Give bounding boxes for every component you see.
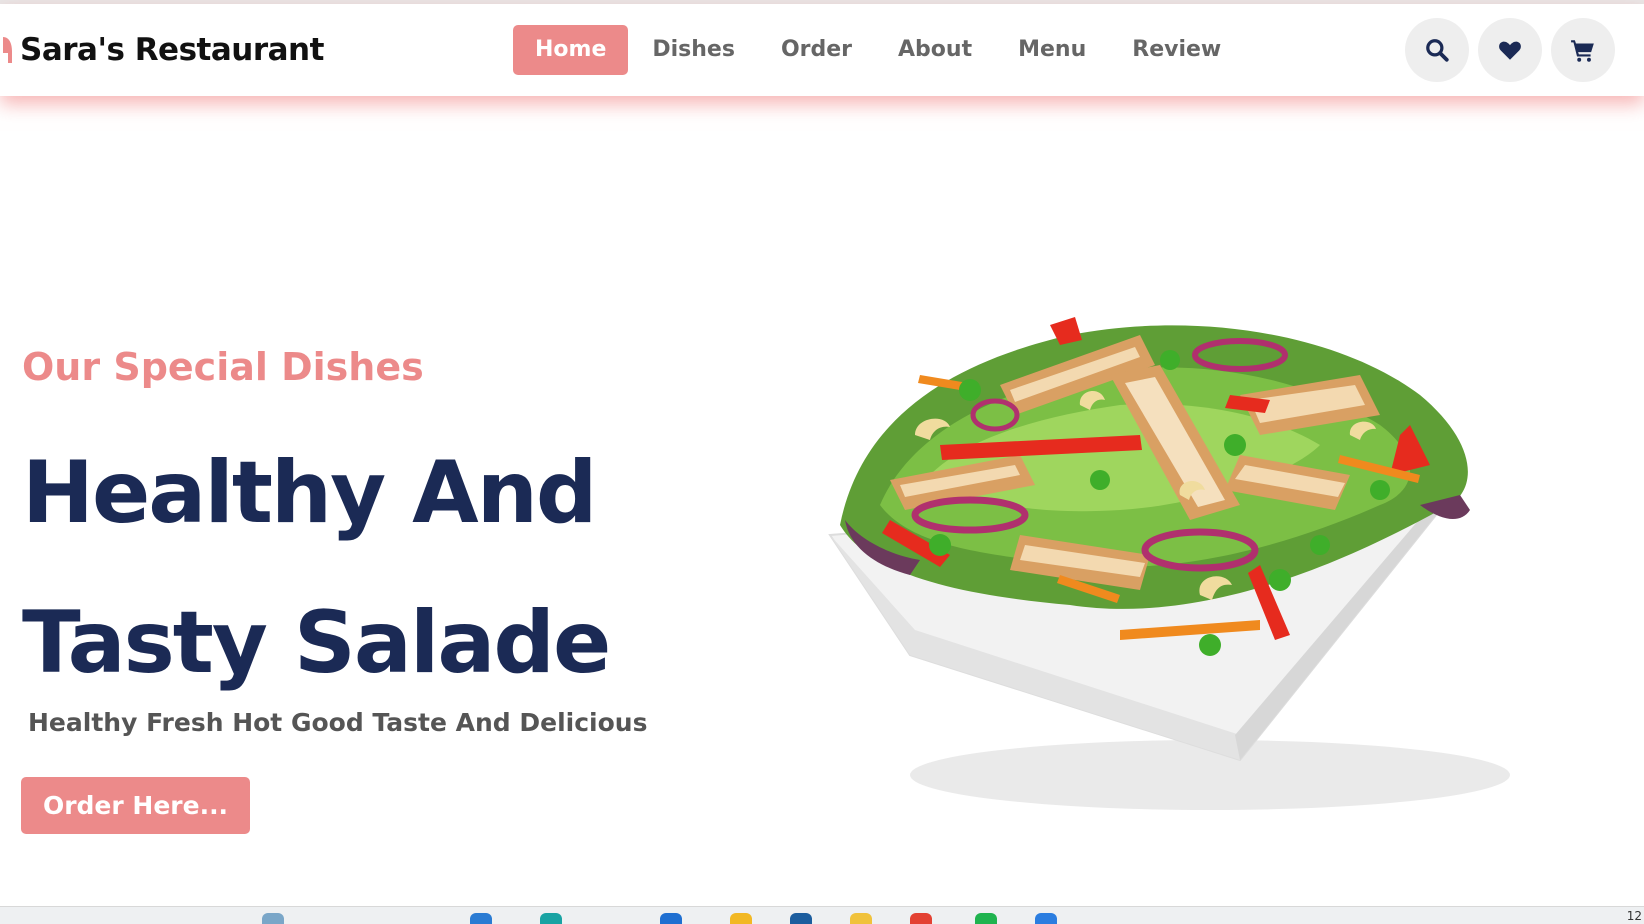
- logo[interactable]: Sara's Restaurant: [0, 30, 324, 70]
- order-here-button[interactable]: Order Here...: [21, 777, 250, 834]
- brand-name: Sara's Restaurant: [20, 32, 324, 68]
- salad-bowl-image: [828, 317, 1510, 810]
- nav-item-order[interactable]: Order: [759, 25, 874, 75]
- taskbar-app-10[interactable]: [1035, 913, 1057, 924]
- taskbar-app-1[interactable]: [262, 913, 284, 924]
- cart-button[interactable]: [1551, 18, 1615, 82]
- taskbar-app-9[interactable]: [975, 913, 997, 924]
- hero-description: Healthy Fresh Hot Good Taste And Delicio…: [28, 708, 648, 737]
- hero-subtitle: Our Special Dishes: [22, 345, 424, 389]
- header-actions: [1405, 18, 1615, 82]
- nav-item-dishes[interactable]: Dishes: [630, 25, 757, 75]
- search-button[interactable]: [1405, 18, 1469, 82]
- favorites-button[interactable]: [1478, 18, 1542, 82]
- nav-item-review[interactable]: Review: [1110, 25, 1243, 75]
- taskbar-app-4[interactable]: [660, 913, 682, 924]
- taskbar-app-7[interactable]: [850, 913, 872, 924]
- site-header: Sara's Restaurant Home Dishes Order Abou…: [0, 4, 1644, 96]
- search-icon: [1426, 39, 1449, 62]
- hero-title-line-2: Tasty Salade: [22, 593, 611, 693]
- nav-item-home[interactable]: Home: [513, 25, 629, 75]
- hero-title: Healthy And Tasty Salade: [22, 418, 722, 718]
- utensils-icon: [3, 37, 12, 63]
- hero-title-line-1: Healthy And: [22, 443, 597, 543]
- cart-icon: [1571, 40, 1594, 62]
- taskbar-app-5[interactable]: [730, 913, 752, 924]
- taskbar-clock[interactable]: 12: [1627, 909, 1642, 923]
- taskbar-app-8[interactable]: [910, 913, 932, 924]
- taskbar-app-2[interactable]: [470, 913, 492, 924]
- nav-item-about[interactable]: About: [876, 25, 994, 75]
- nav-item-menu[interactable]: Menu: [996, 25, 1108, 75]
- os-taskbar: 12: [0, 906, 1644, 924]
- taskbar-app-6[interactable]: [790, 913, 812, 924]
- heart-icon: [1499, 41, 1521, 60]
- main-nav: Home Dishes Order About Menu Review: [513, 25, 1245, 75]
- taskbar-app-3[interactable]: [540, 913, 562, 924]
